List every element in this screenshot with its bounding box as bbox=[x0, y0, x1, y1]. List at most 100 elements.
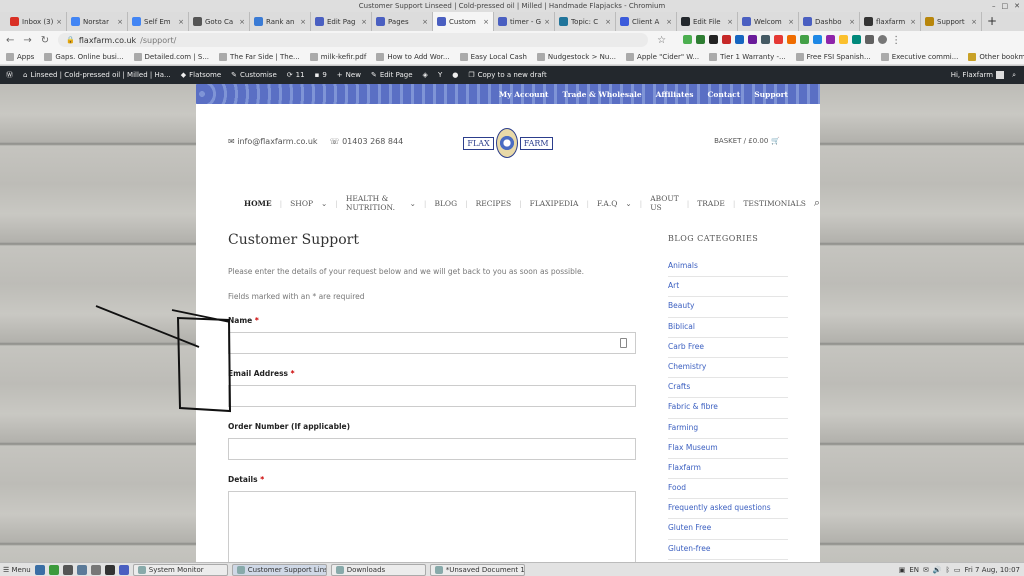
browser-tab[interactable]: Dashbo × bbox=[799, 12, 860, 31]
site-search-icon[interactable]: ⌕ bbox=[814, 196, 820, 210]
category-link[interactable]: Food bbox=[668, 479, 788, 500]
topbar-link[interactable]: Support bbox=[754, 90, 788, 99]
extension-icon[interactable] bbox=[852, 34, 862, 44]
category-link[interactable]: Flax Museum bbox=[668, 439, 788, 459]
wp-site-link[interactable]: ⌂ Linseed | Cold-pressed oil | Milled | H… bbox=[23, 71, 171, 79]
menu-item[interactable]: HOME bbox=[244, 199, 272, 208]
tab-close-icon[interactable]: × bbox=[666, 18, 672, 26]
tab-close-icon[interactable]: × bbox=[910, 18, 916, 26]
clock[interactable]: Fri 7 Aug, 10:07 bbox=[964, 566, 1020, 574]
close-icon[interactable]: ✕ bbox=[1014, 0, 1020, 12]
basket-link[interactable]: BASKET / £0.00 🛒 bbox=[714, 137, 780, 145]
tab-close-icon[interactable]: × bbox=[788, 18, 794, 26]
tab-close-icon[interactable]: × bbox=[239, 18, 245, 26]
wp-new[interactable]: + New bbox=[337, 71, 361, 79]
profile-avatar-icon[interactable] bbox=[878, 34, 888, 44]
category-link[interactable]: Beauty bbox=[668, 297, 788, 318]
category-link[interactable]: Crafts bbox=[668, 378, 788, 399]
bookmark-item[interactable]: Tier 1 Warranty -... bbox=[709, 52, 786, 61]
wp-yoast-icon[interactable]: Y bbox=[438, 71, 442, 79]
browser-tab[interactable]: Norstar × bbox=[67, 12, 128, 31]
category-link[interactable]: Chemistry bbox=[668, 358, 788, 379]
extension-icon[interactable] bbox=[735, 34, 745, 44]
bookmark-item[interactable]: How to Add Wor... bbox=[376, 52, 450, 61]
menu-item[interactable]: HEALTH & NUTRITION. bbox=[346, 194, 402, 212]
network-icon[interactable]: ▣ bbox=[899, 566, 906, 574]
wp-updates[interactable]: ⟳ 11 bbox=[287, 71, 305, 79]
site-logo[interactable]: FLAX FARM bbox=[463, 126, 553, 160]
bluetooth-icon[interactable]: ᛒ bbox=[946, 566, 950, 574]
tab-close-icon[interactable]: × bbox=[483, 18, 489, 26]
wp-flatsome[interactable]: ◆ Flatsome bbox=[181, 71, 221, 79]
menu-item[interactable]: BLOG bbox=[434, 199, 457, 208]
menu-item[interactable]: TESTIMONIALS bbox=[743, 199, 805, 208]
tab-close-icon[interactable]: × bbox=[849, 18, 855, 26]
topbar-link[interactable]: Affiliates bbox=[656, 90, 694, 99]
menu-item[interactable]: TRADE bbox=[697, 199, 725, 208]
bookmark-item[interactable]: Apps bbox=[6, 52, 34, 61]
category-link[interactable]: Carb Free bbox=[668, 338, 788, 358]
wp-status-dot-icon[interactable]: ● bbox=[452, 71, 458, 79]
category-link[interactable]: Gluten Free bbox=[668, 519, 788, 540]
language-indicator[interactable]: EN bbox=[909, 566, 919, 574]
search-icon[interactable]: ⌕ bbox=[1012, 71, 1016, 80]
bookmark-item[interactable]: Free FSI Spanish... bbox=[795, 52, 871, 61]
extension-icon[interactable] bbox=[748, 34, 758, 44]
tab-close-icon[interactable]: × bbox=[117, 18, 123, 26]
category-link[interactable]: Biblical bbox=[668, 318, 788, 338]
tab-close-icon[interactable]: × bbox=[605, 18, 611, 26]
maximize-icon[interactable]: □ bbox=[1002, 0, 1009, 12]
browser-tab[interactable]: Client A × bbox=[616, 12, 677, 31]
wp-copy-draft[interactable]: ❐ Copy to a new draft bbox=[468, 71, 546, 79]
tab-close-icon[interactable]: × bbox=[300, 18, 306, 26]
tab-close-icon[interactable]: × bbox=[361, 18, 367, 26]
bookmark-item[interactable]: Detailed.com | S... bbox=[133, 52, 209, 61]
menu-item[interactable]: RECIPES bbox=[476, 199, 511, 208]
topbar-link[interactable]: Contact bbox=[707, 90, 740, 99]
battery-icon[interactable]: ▭ bbox=[954, 566, 961, 574]
extension-icon[interactable] bbox=[813, 34, 823, 44]
bookmark-item[interactable]: Nudgestock > Nu... bbox=[536, 52, 616, 61]
extension-icon[interactable] bbox=[865, 34, 875, 44]
details-textarea[interactable] bbox=[228, 491, 636, 562]
wp-edit-page[interactable]: ✎ Edit Page bbox=[371, 71, 413, 79]
browser-tab[interactable]: Support × bbox=[921, 12, 982, 31]
email-link[interactable]: ✉ info@flaxfarm.co.uk bbox=[228, 137, 318, 146]
category-link[interactable]: Farming bbox=[668, 419, 788, 439]
wp-plugin-icon[interactable]: ◈ bbox=[423, 71, 428, 79]
other-bookmarks[interactable]: Other bookmarks bbox=[968, 52, 1024, 61]
tab-close-icon[interactable]: × bbox=[971, 18, 977, 26]
bookmark-star-icon[interactable]: ☆ bbox=[657, 35, 666, 46]
browser-tab[interactable]: Inbox (3) × bbox=[6, 12, 67, 31]
name-input[interactable] bbox=[228, 332, 636, 354]
email-input[interactable] bbox=[228, 385, 636, 407]
browser-tab[interactable]: Welcom × bbox=[738, 12, 799, 31]
browser-tab[interactable]: flaxfarm × bbox=[860, 12, 921, 31]
extension-icon[interactable] bbox=[839, 34, 849, 44]
forward-icon[interactable]: → bbox=[23, 35, 31, 46]
wp-greeting[interactable]: Hi, Flaxfarm bbox=[951, 71, 1005, 80]
tab-close-icon[interactable]: × bbox=[727, 18, 733, 26]
extension-icon[interactable] bbox=[696, 34, 706, 44]
new-tab-button[interactable]: + bbox=[982, 12, 1002, 31]
contact-card-icon[interactable] bbox=[620, 338, 627, 348]
extension-icon[interactable] bbox=[826, 34, 836, 44]
taskbar-window[interactable]: *Unsaved Document 1 bbox=[429, 563, 525, 576]
quicklaunch-icon[interactable] bbox=[62, 564, 73, 575]
wp-customise[interactable]: ✎ Customise bbox=[231, 71, 277, 79]
extension-icon[interactable] bbox=[761, 34, 771, 44]
topbar-link[interactable]: My Account bbox=[499, 90, 549, 99]
browser-tab[interactable]: Self Em × bbox=[128, 12, 189, 31]
browser-tab[interactable]: Topic: C × bbox=[555, 12, 616, 31]
quicklaunch-icon[interactable] bbox=[90, 564, 101, 575]
extension-icon[interactable] bbox=[800, 34, 810, 44]
wordpress-logo-icon[interactable]: Ⓦ bbox=[6, 70, 13, 80]
back-icon[interactable]: ← bbox=[6, 35, 14, 46]
start-menu-button[interactable]: ☰ Menu bbox=[3, 566, 31, 574]
taskbar-window[interactable]: System Monitor bbox=[132, 563, 228, 576]
quicklaunch-icon[interactable] bbox=[76, 564, 87, 575]
mail-icon[interactable]: ✉ bbox=[923, 566, 929, 574]
menu-item[interactable]: ABOUT US bbox=[650, 194, 679, 212]
browser-tab[interactable]: Custom × bbox=[433, 12, 494, 31]
tab-close-icon[interactable]: × bbox=[178, 18, 184, 26]
